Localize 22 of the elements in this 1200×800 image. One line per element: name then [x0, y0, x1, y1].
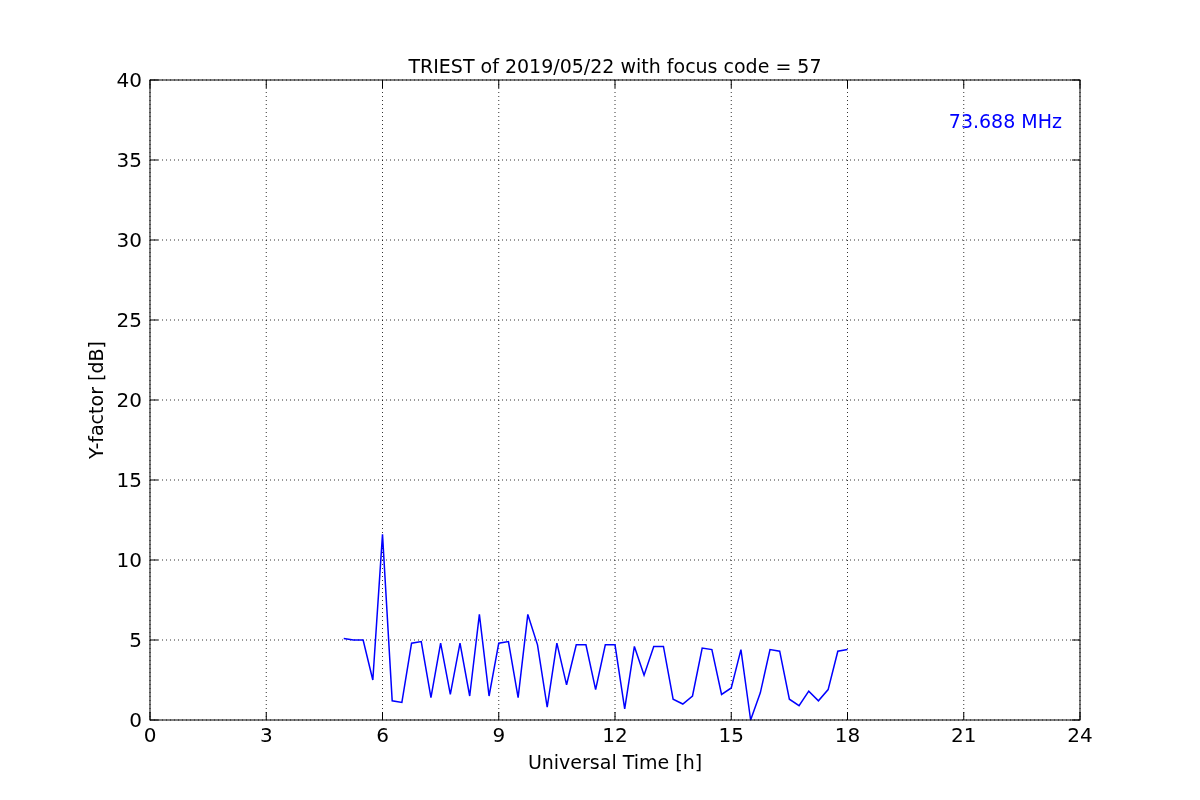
series-label: 73.688 MHz	[948, 110, 1062, 132]
x-tick-label: 3	[259, 723, 273, 747]
y-tick-label: 5	[129, 628, 142, 652]
x-tick-label: 9	[492, 723, 506, 747]
x-tick-label: 12	[602, 723, 628, 747]
y-tick-label: 40	[116, 68, 142, 92]
x-tick-label: 6	[376, 723, 389, 747]
y-tick-label: 25	[116, 308, 142, 332]
x-tick-label: 18	[834, 723, 861, 747]
x-tick-label: 0	[143, 723, 157, 747]
y-tick-label: 35	[116, 148, 142, 172]
x-tick-label: 21	[951, 723, 977, 747]
x-tick-label: 24	[1067, 723, 1093, 747]
y-tick-label: 0	[129, 708, 142, 732]
x-axis-label: Universal Time [h]	[527, 751, 703, 773]
y-tick-label: 15	[116, 468, 142, 492]
chart-title: TRIEST of 2019/05/22 with focus code = 57	[408, 55, 822, 77]
x-tick-label: 15	[718, 723, 744, 747]
y-tick-label: 10	[116, 548, 142, 572]
y-axis-label: Y-factor [dB]	[85, 341, 107, 459]
y-tick-label: 30	[116, 228, 142, 252]
y-tick-label: 20	[116, 388, 142, 412]
